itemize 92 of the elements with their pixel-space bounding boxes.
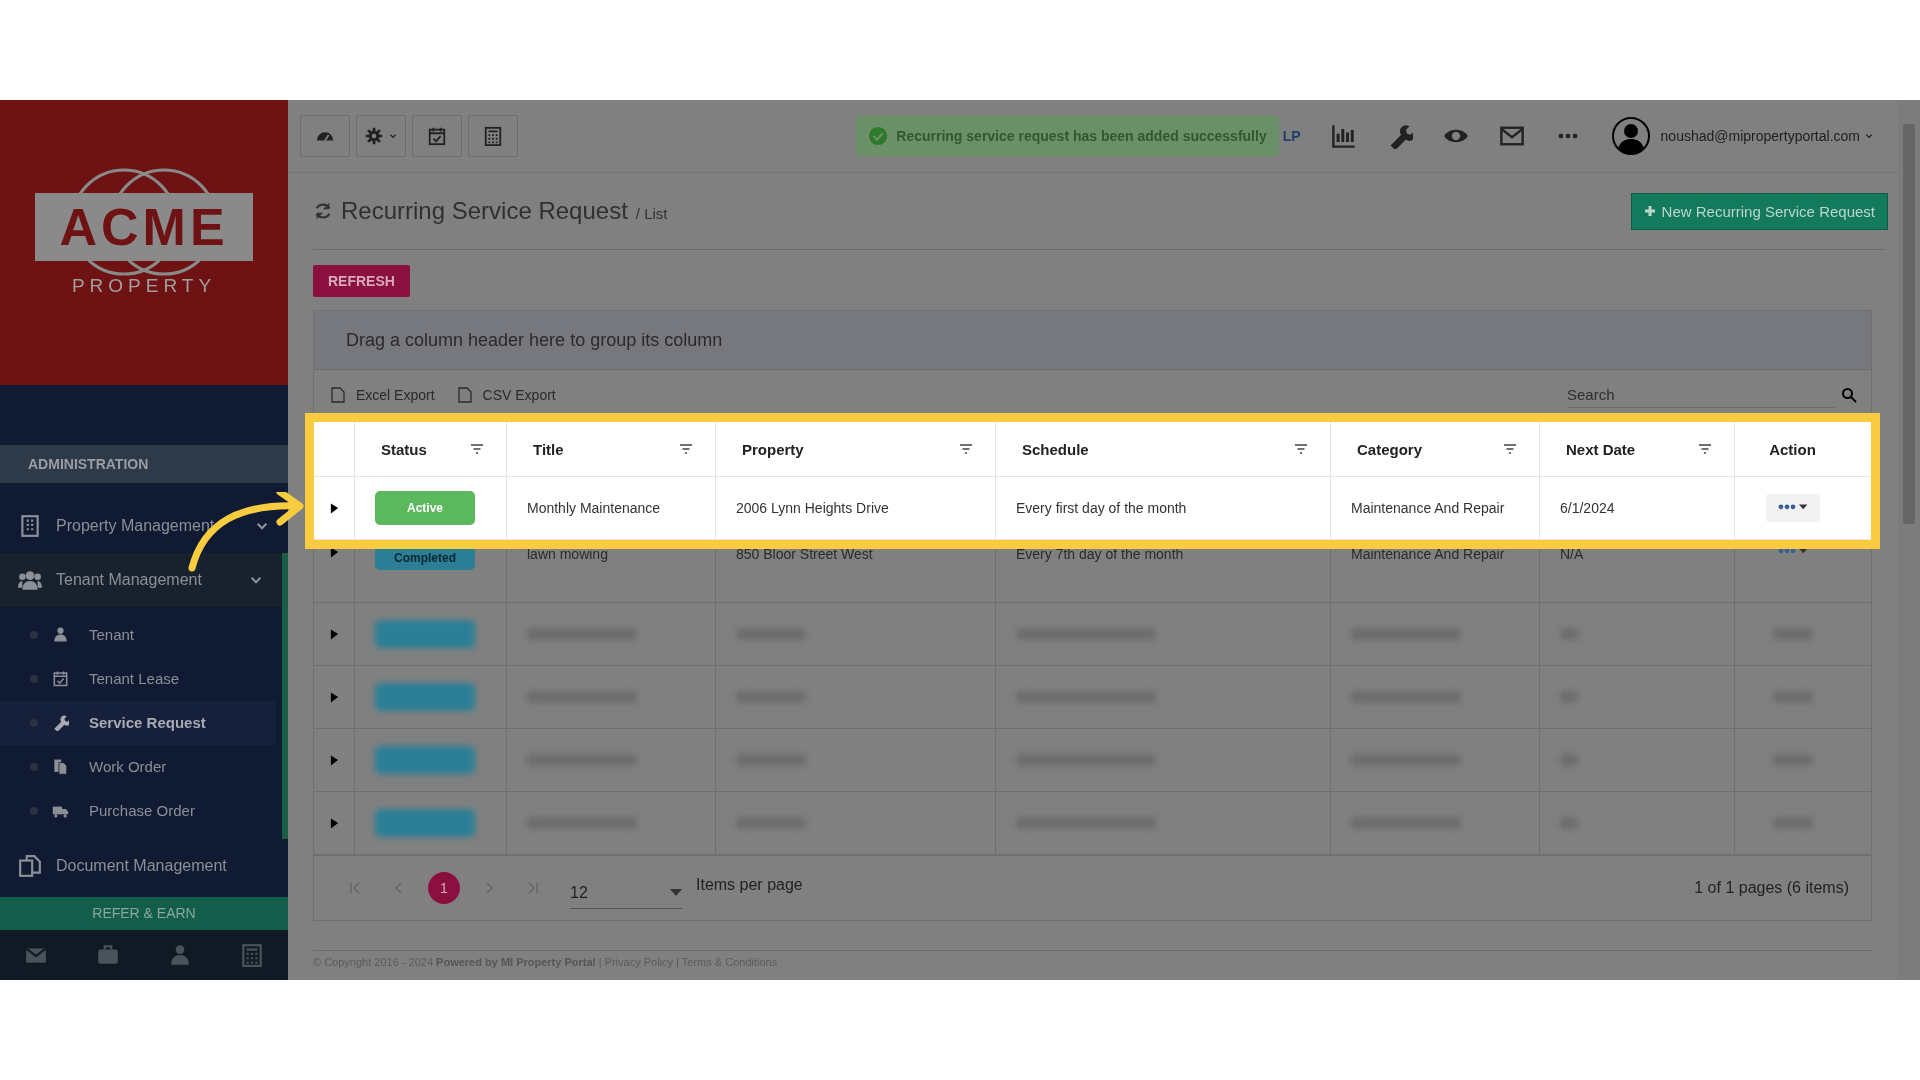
logo-tagline: PROPERTY: [71, 274, 217, 297]
breadcrumb: / List: [635, 205, 668, 222]
filter-icon[interactable]: [1698, 443, 1712, 455]
user-icon[interactable]: [168, 943, 192, 968]
table-cell: Monthly Maintenance: [527, 500, 661, 516]
timeline-dot: [30, 674, 38, 683]
refresh-button[interactable]: REFRESH: [313, 265, 410, 297]
sidebar-label: Document Management: [56, 856, 228, 875]
filter-icon[interactable]: [679, 443, 693, 455]
timeline-dot: [30, 630, 38, 639]
gear-icon: [364, 126, 384, 146]
logo-text: ACME: [35, 192, 253, 261]
page-title: Recurring Service Request: [341, 197, 628, 225]
search-icon[interactable]: [1841, 387, 1857, 403]
sidebar-subitem[interactable]: Tenant: [0, 612, 276, 657]
sidebar-label: Purchase Order: [89, 802, 195, 819]
table-cell: N/A: [1560, 546, 1584, 562]
export-button[interactable]: CSV Export: [456, 387, 556, 403]
column-header[interactable]: Title: [533, 440, 564, 458]
calculator-icon[interactable]: [240, 943, 264, 968]
sidebar-label: Property Management: [56, 516, 216, 535]
pager-summary: 1 of 1 pages (6 items): [1694, 879, 1849, 897]
sidebar-item[interactable]: Document Management: [0, 838, 288, 893]
table-cell: Every 7th day of the month: [1016, 546, 1184, 562]
building-icon: [18, 513, 42, 538]
search-field[interactable]: Search: [1567, 382, 1835, 408]
column-header[interactable]: Category: [1357, 440, 1423, 458]
status-badge: Active: [375, 491, 475, 525]
table-cell: 2006 Lynn Heights Drive: [736, 500, 889, 516]
new-request-button[interactable]: New Recurring Service Request: [1630, 192, 1888, 230]
status-badge: Completed: [375, 546, 475, 570]
refresh-icon: [313, 201, 333, 221]
sidebar-subitem[interactable]: Purchase Order: [0, 788, 276, 833]
expand-row-icon[interactable]: [329, 546, 339, 558]
table-cell: 6/1/2024: [1560, 500, 1615, 516]
file-icon: [330, 387, 346, 403]
sidebar-label: Service Request: [89, 714, 206, 731]
page-size-label: Items per page: [696, 876, 803, 894]
sidebar-item[interactable]: Tenant Management: [0, 552, 288, 607]
user-icon: [52, 626, 69, 643]
sidebar-item[interactable]: Property Management: [0, 498, 288, 553]
caret-icon: [1864, 131, 1874, 141]
calculator-icon: [483, 126, 503, 146]
timeline-dot: [30, 762, 38, 771]
toolbar-button[interactable]: [356, 115, 406, 157]
calendar-icon: [52, 670, 69, 687]
toolbar-button[interactable]: [300, 115, 350, 157]
check-icon: [868, 126, 889, 146]
column-header[interactable]: Next Date: [1566, 440, 1636, 458]
toast-message: Recurring service request has been added successfully: [896, 128, 1267, 144]
caret-icon: [388, 131, 398, 141]
sidebar-subitem[interactable]: Work Order: [0, 744, 276, 789]
copy-icon: [18, 853, 42, 878]
table-cell: Every first day of the month: [1016, 500, 1187, 516]
table-cell: lawn mowing: [527, 546, 608, 562]
group-hint: Drag a column header here to group its column: [346, 329, 723, 351]
caret-icon: [670, 888, 682, 897]
documents-icon: [52, 758, 69, 775]
toolbar-button[interactable]: [468, 115, 518, 157]
table-cell: Maintenance And Repair: [1351, 500, 1505, 516]
column-header[interactable]: Schedule: [1022, 440, 1089, 458]
column-header[interactable]: Status: [381, 440, 427, 458]
refer-button[interactable]: REFER & EARN: [0, 896, 288, 931]
timeline-dot: [30, 806, 38, 815]
filter-icon[interactable]: [959, 443, 973, 455]
sidebar-subitem[interactable]: Service Request: [0, 700, 276, 745]
section-header: ADMINISTRATION: [0, 444, 288, 483]
column-header[interactable]: Action: [1769, 440, 1816, 458]
table-cell: 850 Bloor Street West: [736, 546, 873, 562]
avatar-icon[interactable]: [1610, 116, 1651, 156]
page-button[interactable]: 1: [428, 872, 460, 904]
export-button[interactable]: Excel Export: [330, 387, 435, 403]
bar-chart-icon[interactable]: [1330, 123, 1357, 149]
action-menu-button[interactable]: [1765, 494, 1820, 522]
sidebar-label: Tenant Management: [56, 570, 203, 589]
filter-icon[interactable]: [1294, 443, 1308, 455]
filter-icon[interactable]: [470, 443, 484, 455]
toolbar-button[interactable]: [412, 115, 462, 157]
table-cell: Maintenance And Repair: [1351, 546, 1505, 562]
calendar-icon: [427, 126, 447, 146]
column-header[interactable]: Property: [742, 440, 804, 458]
sidebar-subitem[interactable]: Tenant Lease: [0, 656, 276, 701]
sidebar-label: Tenant Lease: [89, 670, 180, 687]
scrollbar[interactable]: [1898, 100, 1920, 980]
file-icon: [456, 387, 473, 403]
page-size-dropdown[interactable]: 12: [570, 875, 682, 909]
filter-icon[interactable]: [1503, 443, 1517, 455]
plus-icon: [1643, 205, 1656, 217]
wrench-icon: [52, 714, 69, 731]
sidebar-label: Work Order: [89, 758, 167, 775]
sidebar-label: Tenant: [89, 626, 135, 643]
expand-row-icon[interactable]: [329, 502, 339, 514]
